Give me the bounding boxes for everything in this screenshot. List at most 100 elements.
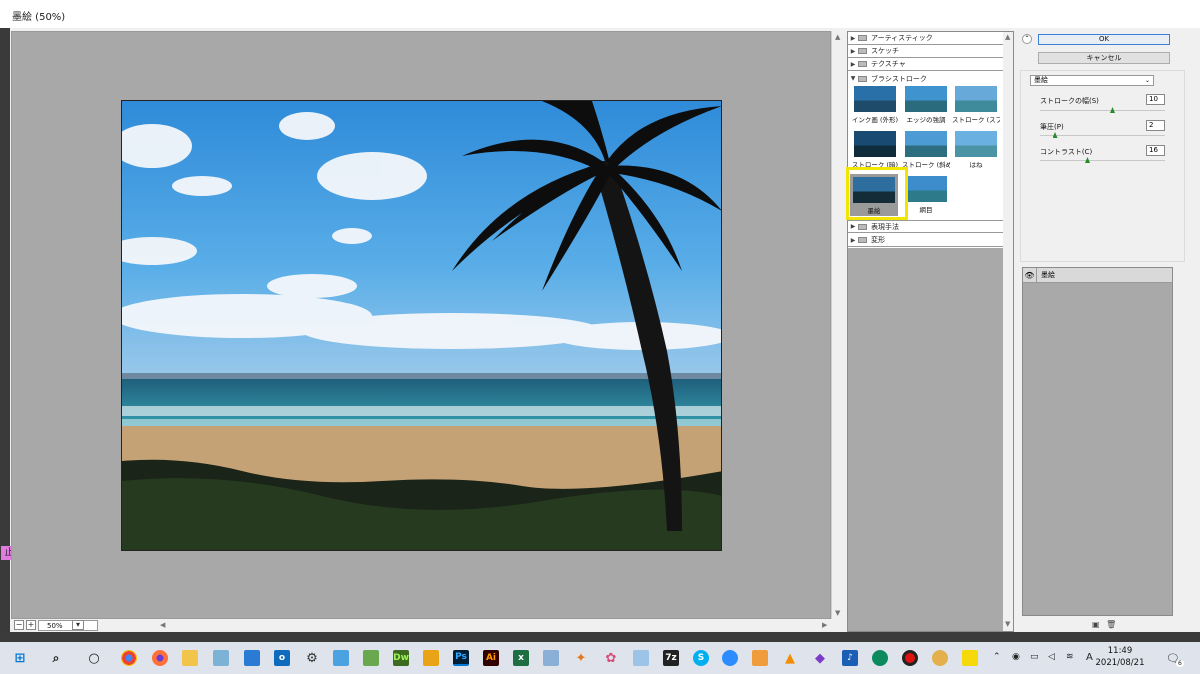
gallery-scrollbar[interactable]: ▲ ▼ bbox=[1003, 32, 1013, 631]
chrome-icon[interactable] bbox=[121, 650, 137, 666]
volume-icon[interactable]: ◁ bbox=[1048, 652, 1055, 662]
filter-select[interactable]: 墨絵 ⌄ bbox=[1030, 75, 1154, 86]
windows-start-icon[interactable]: ⊞ bbox=[12, 650, 28, 666]
preview-horizontal-scrollbar[interactable]: ◀ ▶ bbox=[158, 619, 833, 631]
dreamweaver-icon[interactable]: Dw bbox=[393, 650, 409, 666]
thumb-image bbox=[854, 86, 896, 112]
task-view-icon[interactable]: ○ bbox=[86, 650, 102, 666]
preview-vertical-scrollbar[interactable]: ▲ ▼ bbox=[831, 31, 843, 621]
notification-count: 6 bbox=[1176, 660, 1184, 667]
app-icon[interactable] bbox=[872, 650, 888, 666]
eye-icon[interactable]: 👁 bbox=[1023, 268, 1037, 282]
outlook-icon[interactable]: o bbox=[274, 650, 290, 666]
search-icon[interactable]: ⌕ bbox=[48, 650, 64, 666]
stroke-pressure-input[interactable]: 2 bbox=[1146, 120, 1165, 131]
contrast-slider[interactable] bbox=[1040, 157, 1165, 163]
app-icon[interactable] bbox=[333, 650, 349, 666]
scroll-right-icon[interactable]: ▶ bbox=[822, 621, 827, 629]
app-icon[interactable] bbox=[363, 650, 379, 666]
excel-icon[interactable]: x bbox=[513, 650, 529, 666]
app-icon[interactable] bbox=[633, 650, 649, 666]
category-sketch[interactable]: ▶ スケッチ bbox=[848, 45, 1003, 58]
thumb-dark-strokes[interactable]: ストローク (暗) bbox=[851, 131, 899, 169]
settings-gear-icon[interactable]: ⚙ bbox=[304, 650, 320, 666]
collapse-gallery-icon[interactable]: ⌃ bbox=[1022, 34, 1032, 44]
photoshop-icon[interactable]: Ps bbox=[453, 650, 469, 666]
filter-gallery-dialog: 墨絵 (50%) 止 ▲ ▼ ◀ ▶ − + 50% ▾ ▶ アーティスティック… bbox=[0, 0, 1200, 640]
zoom-icon[interactable] bbox=[722, 650, 738, 666]
butterfly-icon[interactable]: ✦ bbox=[573, 650, 589, 666]
folder-open-icon bbox=[858, 75, 867, 82]
category-artistic[interactable]: ▶ アーティスティック bbox=[848, 32, 1003, 45]
cancel-button[interactable]: キャンセル bbox=[1038, 52, 1170, 64]
scroll-down-icon[interactable]: ▼ bbox=[1005, 620, 1010, 628]
trash-icon[interactable]: 🗑 bbox=[1106, 620, 1116, 629]
tray-app-icon[interactable]: ◉ bbox=[1012, 652, 1020, 662]
thumb-accented-edges[interactable]: エッジの強調 bbox=[902, 86, 950, 124]
7zip-icon[interactable]: 7z bbox=[663, 650, 679, 666]
expand-arrow-icon: ▶ bbox=[850, 236, 856, 244]
category-distort[interactable]: ▶ 変形 bbox=[848, 234, 1003, 247]
title-bar: 墨絵 (50%) bbox=[0, 0, 1200, 28]
layer-actions: ▣ 🗑 bbox=[1092, 620, 1116, 629]
new-layer-icon[interactable]: ▣ bbox=[1092, 620, 1100, 629]
category-brush-strokes[interactable]: ▼ ブラシストローク bbox=[848, 72, 1003, 85]
zoom-out-button[interactable]: − bbox=[14, 620, 24, 630]
battery-icon[interactable]: ▭ bbox=[1030, 652, 1039, 662]
music-icon[interactable]: ♪ bbox=[842, 650, 858, 666]
beach-palm-image bbox=[122, 101, 721, 550]
app-icon[interactable] bbox=[752, 650, 768, 666]
collapse-arrow-icon: ▼ bbox=[850, 75, 856, 82]
app-icon[interactable]: ◆ bbox=[812, 650, 828, 666]
firefox-icon[interactable] bbox=[152, 650, 168, 666]
app-icon[interactable]: ✿ bbox=[603, 650, 619, 666]
app-icon[interactable] bbox=[543, 650, 559, 666]
category-stylize[interactable]: ▶ 表現手法 bbox=[848, 220, 1003, 233]
thumb-crosshatch[interactable]: 網目 bbox=[902, 176, 950, 214]
scroll-left-icon[interactable]: ◀ bbox=[160, 621, 165, 629]
wifi-icon[interactable]: ≋ bbox=[1066, 652, 1074, 662]
vlc-icon[interactable]: ▲ bbox=[782, 650, 798, 666]
scroll-up-icon[interactable]: ▲ bbox=[835, 33, 840, 41]
tray-chevron-icon[interactable]: ⌃ bbox=[993, 652, 1001, 662]
folder-icon bbox=[858, 35, 867, 41]
stroke-width-slider[interactable] bbox=[1040, 107, 1165, 113]
thumb-spatter[interactable]: はね bbox=[952, 131, 1000, 169]
expand-arrow-icon: ▶ bbox=[850, 60, 856, 68]
scroll-up-icon[interactable]: ▲ bbox=[1005, 33, 1010, 41]
skype-icon[interactable]: S bbox=[693, 650, 709, 666]
thumb-image bbox=[955, 131, 997, 157]
expand-arrow-icon: ▶ bbox=[850, 47, 856, 55]
thumb-image bbox=[905, 86, 947, 112]
stroke-width-input[interactable]: 10 bbox=[1146, 94, 1165, 105]
illustrator-icon[interactable]: Ai bbox=[483, 650, 499, 666]
filter-gallery-panel: ▶ アーティスティック ▶ スケッチ ▶ テクスチャ ▼ ブラシストローク インク画 (… bbox=[847, 31, 1014, 632]
window-title: 墨絵 (50%) bbox=[12, 12, 66, 23]
zoom-in-button[interactable]: + bbox=[26, 620, 36, 630]
file-explorer-icon[interactable] bbox=[182, 650, 198, 666]
thumb-angled-strokes[interactable]: ストローク (斜め) bbox=[902, 131, 950, 169]
clock[interactable]: 11:49 2021/08/21 bbox=[1090, 645, 1150, 669]
folder-icon bbox=[858, 223, 867, 230]
ok-button[interactable]: OK bbox=[1038, 34, 1170, 45]
record-icon[interactable] bbox=[902, 650, 918, 666]
folder-icon bbox=[858, 237, 867, 243]
stroke-pressure-slider[interactable] bbox=[1040, 132, 1165, 138]
zoom-select[interactable]: 50% bbox=[38, 620, 98, 631]
chevron-down-icon[interactable]: ▾ bbox=[72, 620, 84, 630]
sticky-notes-icon[interactable] bbox=[962, 650, 978, 666]
clock-date: 2021/08/21 bbox=[1095, 658, 1145, 668]
app-icon[interactable] bbox=[932, 650, 948, 666]
photos-icon[interactable] bbox=[244, 650, 260, 666]
scroll-down-icon[interactable]: ▼ bbox=[835, 609, 840, 617]
app-icon[interactable] bbox=[213, 650, 229, 666]
effect-layer-row[interactable]: 👁 墨絵 bbox=[1023, 268, 1172, 283]
app-icon[interactable] bbox=[423, 650, 439, 666]
expand-arrow-icon: ▶ bbox=[850, 34, 856, 42]
preview-image bbox=[121, 100, 722, 551]
thumb-sprayed-strokes[interactable]: ストローク (スプレー) bbox=[952, 86, 1000, 124]
contrast-input[interactable]: 16 bbox=[1146, 145, 1165, 156]
expand-arrow-icon: ▶ bbox=[850, 223, 856, 230]
thumb-ink-outlines[interactable]: インク画 (外形) bbox=[851, 86, 899, 124]
category-texture[interactable]: ▶ テクスチャ bbox=[848, 58, 1003, 71]
